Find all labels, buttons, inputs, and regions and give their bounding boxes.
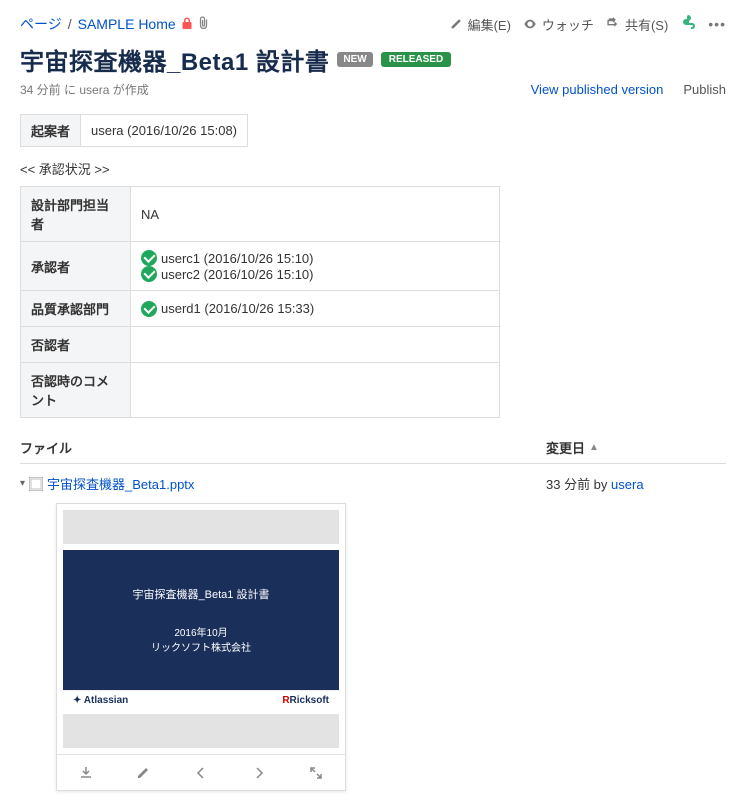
design-manager-label: 設計部門担当者 <box>21 187 131 242</box>
slide-date: 2016年10月 <box>73 624 329 639</box>
attachment-icon <box>198 16 209 32</box>
proposer-label: 起案者 <box>21 115 81 147</box>
byline: 34 分前 に usera が作成 <box>20 81 149 98</box>
slide-title: 宇宙探査機器_Beta1 設計書 <box>73 580 329 602</box>
file-modified-user[interactable]: usera <box>611 477 644 492</box>
workflow-icon[interactable] <box>680 15 696 34</box>
design-manager-value: NA <box>131 187 500 242</box>
pptx-icon <box>29 477 43 491</box>
slide-company: リックソフト株式会社 <box>73 639 329 654</box>
page-title: 宇宙探査機器_Beta1 設計書 <box>20 42 329 77</box>
watch-label: ウォッチ <box>542 15 594 34</box>
edit-button[interactable]: 編集(E) <box>449 15 511 34</box>
file-link[interactable]: 宇宙探査機器_Beta1.pptx <box>47 474 194 493</box>
share-label: 共有(S) <box>625 15 668 34</box>
slide-logo-left: ✦ Atlassian <box>73 695 128 706</box>
approver-label: 承認者 <box>21 242 131 291</box>
check-icon <box>141 266 157 282</box>
slide-logo-right: RRicksoft <box>282 695 329 706</box>
expand-icon[interactable] <box>309 766 323 780</box>
file-preview: 宇宙探査機器_Beta1 設計書 2016年10月 リックソフト株式会社 ✦ A… <box>56 503 346 791</box>
column-file-header[interactable]: ファイル <box>20 438 546 457</box>
new-badge: NEW <box>337 52 372 67</box>
approval-table: 設計部門担当者 NA 承認者 userc1 (2016/10/26 15:10)… <box>20 186 500 418</box>
next-icon[interactable] <box>252 766 266 780</box>
rejecter-label: 否認者 <box>21 327 131 363</box>
check-icon <box>141 250 157 266</box>
qa-userd1: userd1 (2016/10/26 15:33) <box>161 301 314 316</box>
rejecter-value <box>131 327 500 363</box>
view-published-link[interactable]: View published version <box>531 82 664 97</box>
column-modified-header[interactable]: 変更日 <box>546 438 585 457</box>
check-icon <box>141 301 157 317</box>
share-button[interactable]: 共有(S) <box>606 15 668 34</box>
approver-userc2: userc2 (2016/10/26 15:10) <box>161 267 314 282</box>
download-icon[interactable] <box>79 766 93 780</box>
released-badge: RELEASED <box>381 52 451 67</box>
breadcrumb-space[interactable]: SAMPLE Home <box>78 16 176 32</box>
prev-icon[interactable] <box>194 766 208 780</box>
preview-placeholder-bottom <box>63 714 339 748</box>
edit-label: 編集(E) <box>468 15 511 34</box>
breadcrumb-root[interactable]: ページ <box>20 14 62 34</box>
qa-label: 品質承認部門 <box>21 291 131 327</box>
proposer-table: 起案者 usera (2016/10/26 15:08) <box>20 114 248 147</box>
file-modified-time: 33 分前 by <box>546 477 611 492</box>
lock-icon <box>182 17 192 32</box>
reject-comment-value <box>131 363 500 418</box>
sort-asc-icon: ▲ <box>589 442 599 453</box>
toggle-expand-icon[interactable]: ▾ <box>20 478 25 489</box>
preview-placeholder-top <box>63 510 339 544</box>
preview-slide: 宇宙探査機器_Beta1 設計書 2016年10月 リックソフト株式会社 <box>63 550 339 690</box>
approval-heading: << 承認状況 >> <box>20 159 726 178</box>
proposer-value: usera (2016/10/26 15:08) <box>81 115 248 147</box>
file-row: ▾ 宇宙探査機器_Beta1.pptx 33 分前 by usera <box>20 464 726 495</box>
reject-comment-label: 否認時のコメント <box>21 363 131 418</box>
publish-link[interactable]: Publish <box>683 82 726 97</box>
approver-userc1: userc1 (2016/10/26 15:10) <box>161 251 314 266</box>
breadcrumb-separator: / <box>68 16 72 32</box>
more-actions-icon[interactable]: ••• <box>708 16 726 32</box>
watch-button[interactable]: ウォッチ <box>523 15 594 34</box>
pencil-icon[interactable] <box>136 766 150 780</box>
